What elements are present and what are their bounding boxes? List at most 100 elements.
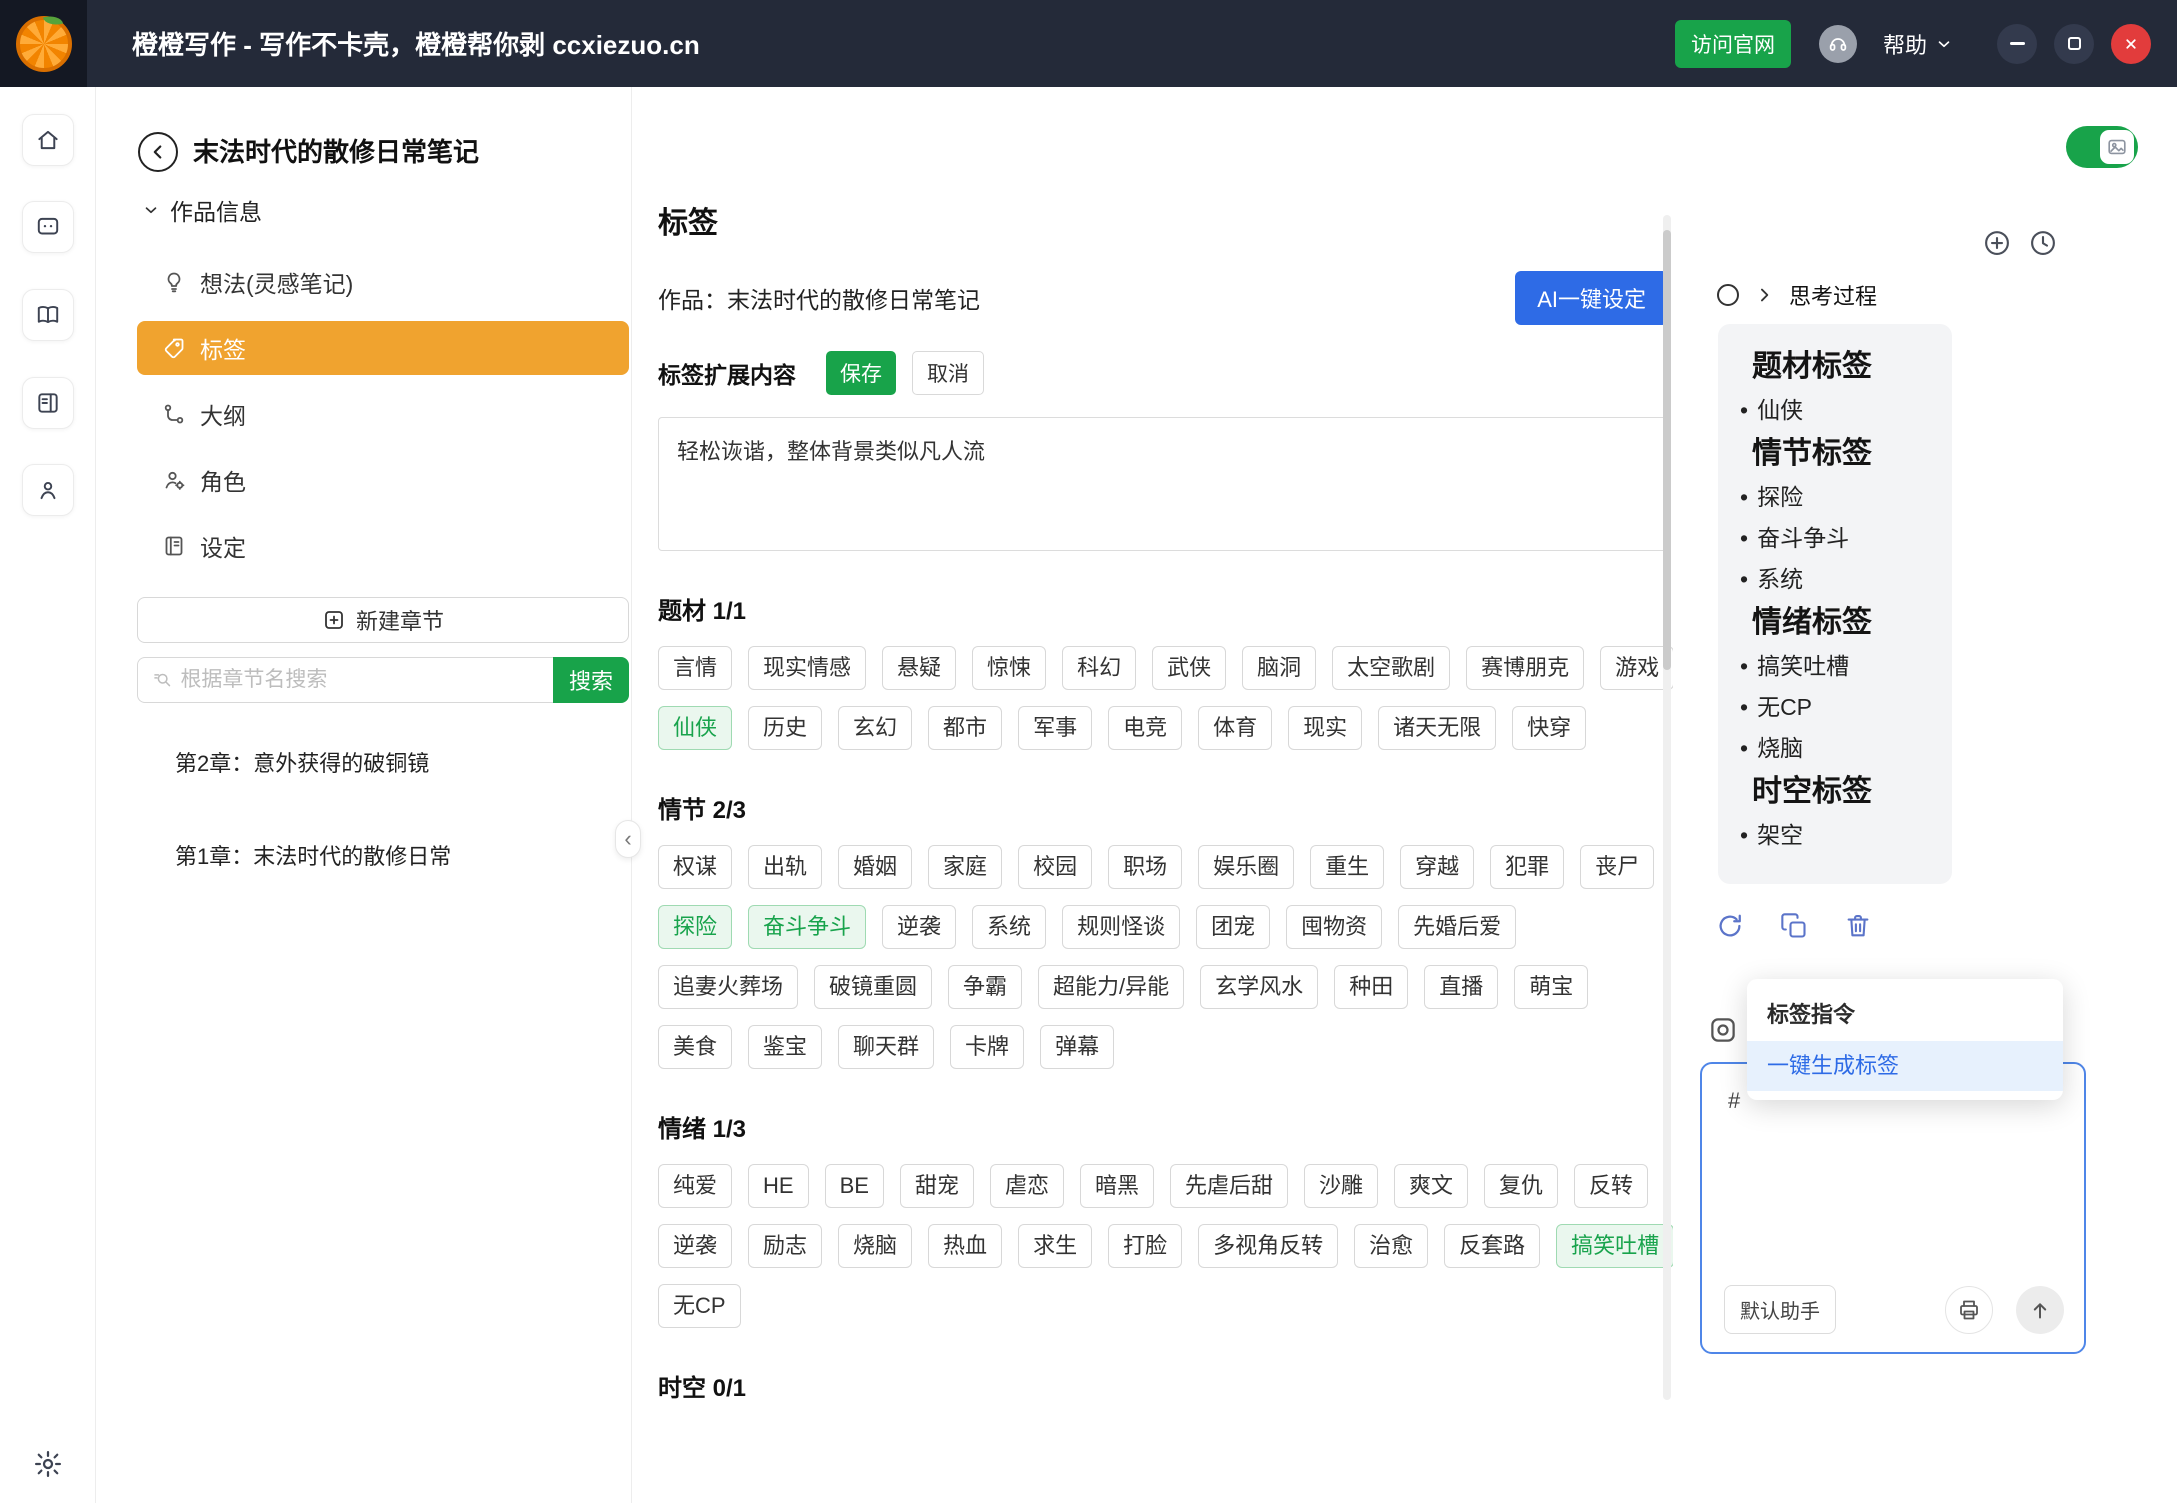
tag-pill[interactable]: 无CP xyxy=(658,1284,741,1328)
nav-chat[interactable] xyxy=(22,201,74,253)
tag-pill[interactable]: 烧脑 xyxy=(838,1224,912,1268)
settings-button[interactable] xyxy=(33,1449,63,1479)
tag-pill[interactable]: 玄幻 xyxy=(838,706,912,750)
support-button[interactable] xyxy=(1819,25,1857,63)
tag-pill[interactable]: 出轨 xyxy=(748,845,822,889)
tag-pill[interactable]: 团宠 xyxy=(1196,905,1270,949)
sidebar-item-outline[interactable]: 大纲 xyxy=(137,387,629,441)
tag-pill[interactable]: 都市 xyxy=(928,706,1002,750)
search-button[interactable]: 搜索 xyxy=(553,657,629,703)
tag-pill[interactable]: 卡牌 xyxy=(950,1025,1024,1069)
tag-pill[interactable]: 弹幕 xyxy=(1040,1025,1114,1069)
nav-workspace[interactable] xyxy=(22,464,74,516)
tag-pill[interactable]: 搞笑吐槽 xyxy=(1556,1224,1673,1268)
tag-pill[interactable]: 系统 xyxy=(972,905,1046,949)
tag-pill[interactable]: 探险 xyxy=(658,905,732,949)
tag-pill[interactable]: 军事 xyxy=(1018,706,1092,750)
tag-pill[interactable]: 追妻火葬场 xyxy=(658,965,798,1009)
tag-pill[interactable]: 武侠 xyxy=(1152,646,1226,690)
collapse-sidebar-handle[interactable]: ‹ xyxy=(615,820,641,858)
sidebar-item-roles[interactable]: 角色 xyxy=(137,453,629,507)
tag-note-textarea[interactable]: 轻松诙谐，整体背景类似凡人流 xyxy=(658,417,1668,551)
tag-pill[interactable]: BE xyxy=(825,1164,884,1208)
tag-pill[interactable]: 鉴宝 xyxy=(748,1025,822,1069)
tag-pill[interactable]: 逆袭 xyxy=(882,905,956,949)
tag-pill[interactable]: 悬疑 xyxy=(882,646,956,690)
tag-pill[interactable]: 治愈 xyxy=(1354,1224,1428,1268)
tag-pill[interactable]: 婚姻 xyxy=(838,845,912,889)
thinking-process-row[interactable]: 思考过程 xyxy=(1717,279,1877,311)
work-info-toggle[interactable]: 作品信息 xyxy=(142,193,262,227)
tag-pill[interactable]: 种田 xyxy=(1334,965,1408,1009)
nav-book[interactable] xyxy=(22,377,74,429)
assistant-panel-toggle[interactable] xyxy=(2066,126,2138,168)
cancel-button[interactable]: 取消 xyxy=(912,351,984,395)
tag-pill[interactable]: 先虐后甜 xyxy=(1170,1164,1288,1208)
new-chapter-button[interactable]: 新建章节 xyxy=(137,597,629,643)
minimize-button[interactable] xyxy=(1997,24,2037,64)
chapter-item[interactable]: 第2章：意外获得的破铜镜 xyxy=(96,732,631,792)
assistant-selector[interactable]: 默认助手 xyxy=(1724,1285,1836,1334)
maximize-button[interactable] xyxy=(2054,24,2094,64)
ai-setup-button[interactable]: AI一键设定 xyxy=(1515,271,1668,325)
send-button[interactable] xyxy=(2016,1286,2064,1334)
tag-pill[interactable]: 聊天群 xyxy=(838,1025,934,1069)
tag-pill[interactable]: 科幻 xyxy=(1062,646,1136,690)
tag-pill[interactable]: 复仇 xyxy=(1484,1164,1558,1208)
tag-pill[interactable]: 先婚后爱 xyxy=(1398,905,1516,949)
tag-pill[interactable]: 体育 xyxy=(1198,706,1272,750)
close-button[interactable] xyxy=(2111,24,2151,64)
help-menu[interactable]: 帮助 xyxy=(1883,28,1953,60)
tag-pill[interactable]: 爽文 xyxy=(1394,1164,1468,1208)
tag-pill[interactable]: 犯罪 xyxy=(1490,845,1564,889)
tag-pill[interactable]: 历史 xyxy=(748,706,822,750)
tag-pill[interactable]: 权谋 xyxy=(658,845,732,889)
tag-pill[interactable]: 求生 xyxy=(1018,1224,1092,1268)
back-button[interactable] xyxy=(138,132,178,172)
tag-pill[interactable]: 太空歌剧 xyxy=(1332,646,1450,690)
tag-pill[interactable]: 纯爱 xyxy=(658,1164,732,1208)
tag-pill[interactable]: 脑洞 xyxy=(1242,646,1316,690)
tag-pill[interactable]: 暗黑 xyxy=(1080,1164,1154,1208)
tag-pill[interactable]: 玄学风水 xyxy=(1200,965,1318,1009)
tag-pill[interactable]: 萌宝 xyxy=(1514,965,1588,1009)
tag-pill[interactable]: 热血 xyxy=(928,1224,1002,1268)
nav-library[interactable] xyxy=(22,289,74,341)
tag-pill[interactable]: 赛博朋克 xyxy=(1466,646,1584,690)
main-scrollbar[interactable] xyxy=(1663,215,1671,1400)
tag-pill[interactable]: 沙雕 xyxy=(1304,1164,1378,1208)
tag-pill[interactable]: 诸天无限 xyxy=(1378,706,1496,750)
regenerate-button[interactable] xyxy=(1713,909,1747,943)
tag-pill[interactable]: 电竞 xyxy=(1108,706,1182,750)
tag-pill[interactable]: 多视角反转 xyxy=(1198,1224,1338,1268)
tag-pill[interactable]: 超能力/异能 xyxy=(1038,965,1184,1009)
copy-button[interactable] xyxy=(1777,909,1811,943)
tag-pill[interactable]: 惊悚 xyxy=(972,646,1046,690)
chapter-search-input[interactable] xyxy=(180,668,553,692)
tag-pill[interactable]: 家庭 xyxy=(928,845,1002,889)
history-button[interactable] xyxy=(2028,228,2058,258)
tag-pill[interactable]: 励志 xyxy=(748,1224,822,1268)
tag-pill[interactable]: 甜宠 xyxy=(900,1164,974,1208)
nav-home[interactable] xyxy=(22,114,74,166)
sidebar-item-settings[interactable]: 设定 xyxy=(137,519,629,573)
chat-input[interactable]: # xyxy=(1728,1088,1740,1114)
tag-pill[interactable]: 职场 xyxy=(1108,845,1182,889)
tag-pill[interactable]: 破镜重圆 xyxy=(814,965,932,1009)
tag-pill[interactable]: 重生 xyxy=(1310,845,1384,889)
tag-pill[interactable]: 现实 xyxy=(1288,706,1362,750)
command-menu-item[interactable]: 一键生成标签 xyxy=(1747,1041,2063,1091)
new-session-button[interactable] xyxy=(1982,228,2012,258)
tag-pill[interactable]: 逆袭 xyxy=(658,1224,732,1268)
chapter-item[interactable]: 第1章：末法时代的散修日常 xyxy=(96,825,631,885)
tag-pill[interactable]: 直播 xyxy=(1424,965,1498,1009)
tag-pill[interactable]: 囤物资 xyxy=(1286,905,1382,949)
tag-pill[interactable]: 打脸 xyxy=(1108,1224,1182,1268)
tag-pill[interactable]: 娱乐圈 xyxy=(1198,845,1294,889)
tag-pill[interactable]: 反套路 xyxy=(1444,1224,1540,1268)
tag-pill[interactable]: 穿越 xyxy=(1400,845,1474,889)
printer-button[interactable] xyxy=(1945,1286,1993,1334)
tag-pill[interactable]: 奋斗争斗 xyxy=(748,905,866,949)
tag-pill[interactable]: 校园 xyxy=(1018,845,1092,889)
save-button[interactable]: 保存 xyxy=(826,351,896,395)
